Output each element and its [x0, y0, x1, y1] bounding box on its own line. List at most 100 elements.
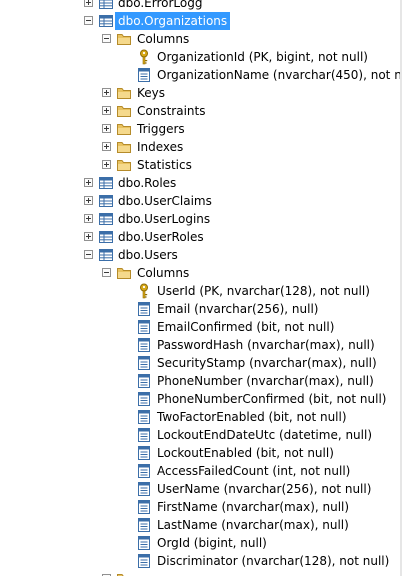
table-icon [98, 0, 114, 11]
tree-node-label[interactable]: Constraints [134, 102, 208, 120]
tree-node-label[interactable]: Indexes [134, 138, 186, 156]
collapse-minus-icon[interactable] [102, 268, 111, 277]
tree-node[interactable]: Triggers [0, 120, 402, 138]
expand-plus-icon[interactable] [102, 124, 111, 133]
tree-node-label[interactable]: dbo.UserClaims [115, 192, 215, 210]
expand-plus-icon[interactable] [84, 196, 93, 205]
table-icon [98, 211, 114, 227]
expand-plus-icon[interactable] [84, 214, 93, 223]
tree-node[interactable]: dbo.ErrorLogg [0, 0, 402, 12]
tree-node[interactable]: Indexes [0, 138, 402, 156]
column-icon [136, 337, 152, 353]
collapse-minus-icon[interactable] [84, 250, 93, 259]
column-icon [136, 481, 152, 497]
table-icon [98, 229, 114, 245]
column-icon [136, 517, 152, 533]
tree-node[interactable]: TwoFactorEnabled (bit, not null) [0, 408, 402, 426]
tree-node-label[interactable] [134, 570, 140, 576]
tree-node-label[interactable]: dbo.Roles [115, 174, 179, 192]
tree-node-label[interactable]: LockoutEndDateUtc (datetime, null) [154, 426, 375, 444]
tree-node[interactable]: dbo.Roles [0, 174, 402, 192]
tree-node[interactable]: SecurityStamp (nvarchar(max), null) [0, 354, 402, 372]
tree-node-label[interactable]: Keys [134, 84, 168, 102]
tree-node-label[interactable]: TwoFactorEnabled (bit, not null) [154, 408, 350, 426]
expand-plus-icon[interactable] [102, 142, 111, 151]
tree-node-label[interactable]: Columns [134, 264, 192, 282]
tree-node[interactable] [0, 570, 402, 576]
object-explorer-tree: dbo.ErrorLogg dbo.Organizations Columns Org… [0, 0, 402, 576]
folder-icon [116, 139, 132, 155]
column-icon [136, 535, 152, 551]
collapse-minus-icon[interactable] [84, 16, 93, 25]
tree-node-label[interactable]: Discriminator (nvarchar(128), not null) [154, 552, 392, 570]
tree-node-label[interactable]: PasswordHash (nvarchar(max), null) [154, 336, 378, 354]
key-icon [136, 49, 152, 65]
tree-node-label[interactable]: FirstName (nvarchar(max), null) [154, 498, 352, 516]
expand-plus-icon[interactable] [84, 178, 93, 187]
tree-node-label[interactable]: dbo.ErrorLogg [115, 0, 205, 12]
expand-plus-icon[interactable] [102, 106, 111, 115]
tree-node-label[interactable]: OrganizationId (PK, bigint, not null) [154, 48, 371, 66]
tree-node-label[interactable]: UserName (nvarchar(256), not null) [154, 480, 374, 498]
tree-node[interactable]: Columns [0, 30, 402, 48]
tree-node[interactable]: UserId (PK, nvarchar(128), not null) [0, 282, 402, 300]
tree-node[interactable]: dbo.UserLogins [0, 210, 402, 228]
tree-node[interactable]: PasswordHash (nvarchar(max), null) [0, 336, 402, 354]
expand-plus-icon[interactable] [102, 88, 111, 97]
tree-node-label[interactable]: LastName (nvarchar(max), null) [154, 516, 352, 534]
tree-node-label[interactable]: dbo.UserLogins [115, 210, 213, 228]
collapse-minus-icon[interactable] [102, 34, 111, 43]
tree-node-label[interactable]: dbo.UserRoles [115, 228, 207, 246]
tree-node[interactable]: Email (nvarchar(256), null) [0, 300, 402, 318]
tree-node[interactable]: dbo.UserClaims [0, 192, 402, 210]
tree-node-label[interactable]: LockoutEnabled (bit, not null) [154, 444, 337, 462]
tree-node[interactable]: Keys [0, 84, 402, 102]
tree-node[interactable]: OrganizationId (PK, bigint, not null) [0, 48, 402, 66]
tree-node-label[interactable]: Email (nvarchar(256), null) [154, 300, 321, 318]
expand-plus-icon[interactable] [84, 0, 93, 7]
tree-node-label[interactable]: UserId (PK, nvarchar(128), not null) [154, 282, 373, 300]
tree-node[interactable]: dbo.Users [0, 246, 402, 264]
tree-node[interactable]: FirstName (nvarchar(max), null) [0, 498, 402, 516]
tree-node[interactable]: PhoneNumberConfirmed (bit, not null) [0, 390, 402, 408]
tree-node-label[interactable]: OrganizationName (nvarchar(450), not nul… [154, 66, 402, 84]
tree-node[interactable]: Statistics [0, 156, 402, 174]
tree-node-label[interactable]: Statistics [134, 156, 195, 174]
tree-node-label[interactable]: PhoneNumber (nvarchar(max), null) [154, 372, 377, 390]
tree-node[interactable]: dbo.Organizations [0, 12, 402, 30]
folder-icon [116, 265, 132, 281]
tree-node[interactable]: LockoutEnabled (bit, not null) [0, 444, 402, 462]
tree-node-label[interactable]: dbo.Users [115, 246, 181, 264]
tree-node-label[interactable]: AccessFailedCount (int, not null) [154, 462, 353, 480]
tree-node[interactable]: EmailConfirmed (bit, not null) [0, 318, 402, 336]
tree-node-label[interactable]: OrgId (bigint, null) [154, 534, 270, 552]
tree-node[interactable]: PhoneNumber (nvarchar(max), null) [0, 372, 402, 390]
column-icon [136, 319, 152, 335]
tree-node[interactable]: AccessFailedCount (int, not null) [0, 462, 402, 480]
tree-node[interactable]: UserName (nvarchar(256), not null) [0, 480, 402, 498]
column-icon [136, 373, 152, 389]
expand-plus-icon[interactable] [84, 232, 93, 241]
expand-plus-icon[interactable] [102, 160, 111, 169]
tree-node-label[interactable]: EmailConfirmed (bit, not null) [154, 318, 337, 336]
column-icon [136, 391, 152, 407]
tree-node[interactable]: LockoutEndDateUtc (datetime, null) [0, 426, 402, 444]
tree-node[interactable]: Columns [0, 264, 402, 282]
tree-node[interactable]: OrganizationName (nvarchar(450), not nul… [0, 66, 402, 84]
column-icon [136, 427, 152, 443]
tree-node[interactable]: dbo.UserRoles [0, 228, 402, 246]
folder-icon [116, 85, 132, 101]
tree-node[interactable]: LastName (nvarchar(max), null) [0, 516, 402, 534]
folder-icon [116, 103, 132, 119]
tree-node-label[interactable]: dbo.Organizations [115, 12, 231, 30]
tree-node[interactable]: OrgId (bigint, null) [0, 534, 402, 552]
tree-node[interactable]: Discriminator (nvarchar(128), not null) [0, 552, 402, 570]
tree-node-label[interactable]: SecurityStamp (nvarchar(max), null) [154, 354, 380, 372]
tree-node[interactable]: Constraints [0, 102, 402, 120]
tree-node-label[interactable]: Columns [134, 30, 192, 48]
folder-icon [116, 571, 132, 576]
table-icon [98, 13, 114, 29]
tree-node-label[interactable]: PhoneNumberConfirmed (bit, not null) [154, 390, 389, 408]
tree-node-label[interactable]: Triggers [134, 120, 188, 138]
column-icon [136, 499, 152, 515]
